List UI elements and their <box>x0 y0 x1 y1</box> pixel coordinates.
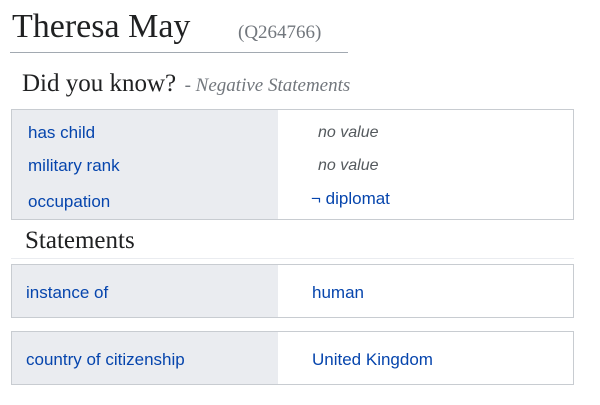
value-has-child: no value <box>318 124 379 141</box>
item-id: (Q264766) <box>238 22 322 43</box>
property-occupation[interactable]: occupation <box>28 192 110 212</box>
page-header: Theresa May (Q264766) <box>10 4 348 53</box>
value-military-rank: no value <box>318 157 379 174</box>
did-you-know-title: Did you know? <box>22 70 177 97</box>
statements-heading: Statements <box>25 227 135 254</box>
did-you-know-heading: Did you know? - Negative Statements <box>22 70 350 98</box>
property-country-of-citizenship[interactable]: country of citizenship <box>26 350 185 370</box>
negative-statements-subtitle: - Negative Statements <box>184 75 351 96</box>
property-military-rank[interactable]: military rank <box>28 156 120 176</box>
value-country-of-citizenship[interactable]: United Kingdom <box>312 350 433 370</box>
page-title: Theresa May <box>12 8 191 45</box>
negative-statements-box: has child no value military rank no valu… <box>11 109 574 220</box>
wikidata-item-page: Theresa May (Q264766) Did you know? - Ne… <box>0 0 600 405</box>
statement-country-of-citizenship: country of citizenship United Kingdom <box>11 331 574 385</box>
property-has-child[interactable]: has child <box>28 123 95 143</box>
value-instance-of[interactable]: human <box>312 283 364 303</box>
value-occupation[interactable]: ¬ diplomat <box>311 189 390 209</box>
statements-divider <box>11 258 574 259</box>
statement-instance-of: instance of human <box>11 264 574 318</box>
property-instance-of[interactable]: instance of <box>26 283 108 303</box>
